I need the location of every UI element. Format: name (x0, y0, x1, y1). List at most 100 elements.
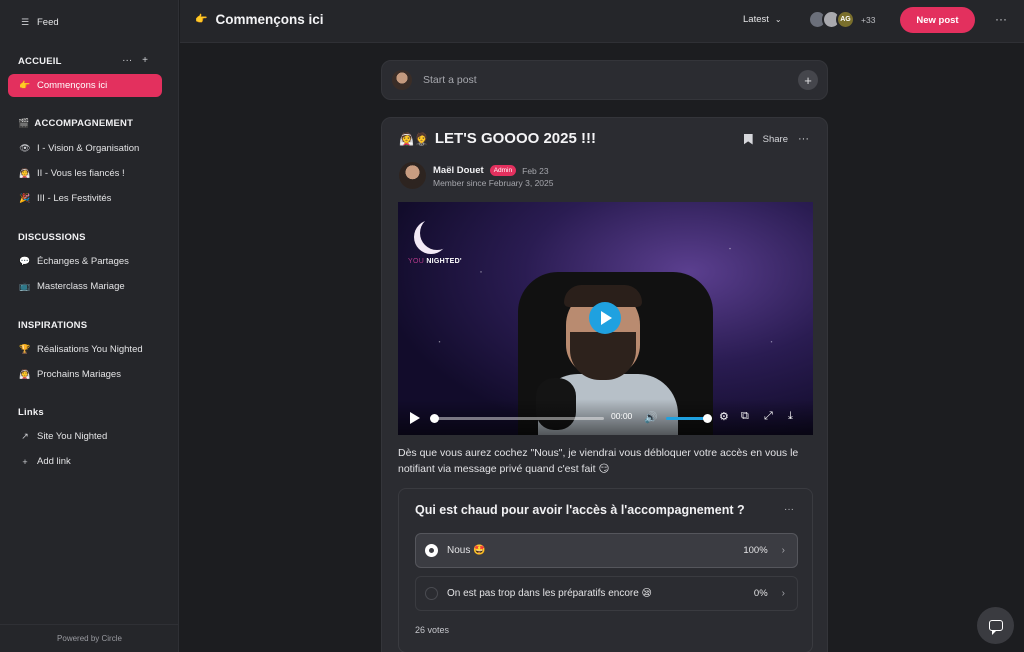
sidebar-item-commencons-ici[interactable]: 👉 Commençons ici (8, 74, 162, 97)
chat-icon (988, 620, 1003, 635)
section-title-discussions: DISCUSSIONS (18, 232, 86, 243)
progress-knob[interactable] (430, 414, 439, 423)
chevron-down-icon: ⌄ (774, 15, 782, 24)
external-link-icon: ↗ (21, 431, 29, 441)
poll-more-icon[interactable]: ··· (784, 504, 794, 515)
volume-bar[interactable] (666, 417, 708, 420)
sidebar-item-label: Réalisations You Nighted (37, 344, 143, 355)
composer-placeholder[interactable]: Start a post (423, 74, 477, 86)
sidebar-item-label: Commençons ici (37, 80, 108, 91)
post-title[interactable]: 👰🤵 LET'S GOOOO 2025 !!! (399, 130, 596, 147)
sidebar-item-vision[interactable]: 👁 I - Vision & Organisation (8, 137, 162, 160)
chevron-right-icon: › (781, 588, 785, 599)
bookmark-icon[interactable] (743, 133, 753, 145)
clapper-icon: 🎬 (18, 118, 30, 128)
author-name[interactable]: Maël Douet (433, 165, 484, 176)
sidebar-item-echanges[interactable]: 💬 Échanges & Partages (8, 250, 162, 273)
poll-option-label: On est pas trop dans les préparatifs enc… (447, 588, 652, 599)
feed-icon: ☰ (20, 17, 30, 27)
author-avatar[interactable] (399, 162, 426, 189)
poll-option-percent: 100% (743, 545, 768, 556)
poll-option-label: Nous 🤩 (447, 545, 486, 556)
video-controls: 00:00 🔊 ⚙ ⧉ ⤢ ⤓ (398, 399, 813, 435)
bride-groom-icon: 👰🤵 (399, 131, 429, 146)
admin-badge: Admin (489, 165, 517, 176)
radio-selected[interactable] (425, 544, 438, 557)
you-nighted-logo: YOU NIGHTED' (406, 216, 476, 274)
progress-bar[interactable] (432, 417, 604, 420)
volume-icon[interactable]: 🔊 (644, 411, 658, 424)
chevron-right-icon: › (781, 545, 785, 556)
plus-icon: + (22, 456, 28, 467)
sidebar-item-add-link[interactable]: + Add link (8, 450, 162, 473)
section-title-links: Links (18, 407, 44, 418)
chat-button[interactable] (977, 607, 1014, 644)
add-post-button[interactable]: + (798, 70, 818, 90)
sidebar-item-label: I - Vision & Organisation (37, 143, 140, 154)
video-player[interactable]: YOU NIGHTED' 00:00 🔊 ⚙ ⧉ ⤢ ⤓ (398, 202, 813, 435)
fullscreen-icon[interactable]: ⤢ (764, 410, 773, 423)
new-post-button[interactable]: New post (900, 7, 975, 33)
post-date: Feb 23 (522, 165, 549, 176)
poll: Qui est chaud pour avoir l'accès à l'acc… (398, 488, 813, 652)
more-options-icon[interactable]: ··· (798, 133, 809, 145)
time-display: 00:00 (611, 411, 633, 421)
share-button[interactable]: Share (763, 134, 788, 145)
moon-icon (420, 216, 454, 250)
page-title: 👉 Commençons ici (195, 12, 324, 27)
tv-icon: 📺 (19, 281, 31, 291)
more-icon[interactable]: ··· (122, 55, 132, 66)
poll-question: Qui est chaud pour avoir l'accès à l'acc… (415, 503, 745, 517)
post-actions: Share ··· (743, 133, 809, 145)
sidebar-item-festivites[interactable]: 🎉 III - Les Festivités (8, 187, 162, 210)
sidebar-item-masterclass[interactable]: 📺 Masterclass Mariage (8, 275, 162, 298)
play-button[interactable] (589, 302, 621, 334)
sidebar-item-label: II - Vous les fiancés ! (37, 168, 125, 179)
poll-option-percent: 0% (753, 588, 768, 599)
eye-icon: 👁 (19, 143, 31, 153)
volume-knob[interactable] (703, 414, 712, 423)
pointing-hand-icon: 👉 (19, 80, 31, 90)
party-icon: 🎉 (19, 193, 31, 203)
sidebar-item-label: Échanges & Partages (37, 256, 129, 267)
download-icon[interactable]: ⤓ (788, 410, 793, 423)
avatar (392, 70, 412, 90)
pointing-hand-icon: 👉 (195, 14, 208, 25)
sidebar-item-site[interactable]: ↗ Site You Nighted (8, 425, 162, 448)
more-options-icon[interactable]: ··· (995, 12, 1007, 26)
sidebar-item-label: Masterclass Mariage (37, 281, 125, 292)
sidebar-item-fiances[interactable]: 👰 II - Vous les fiancés ! (8, 162, 162, 185)
section-actions: ··· + (122, 55, 148, 66)
play-icon[interactable] (410, 412, 420, 424)
author-line: Maël Douet Admin Feb 23 (433, 165, 549, 176)
post-card: 👰🤵 LET'S GOOOO 2025 !!! Share ··· Maël D… (381, 117, 828, 652)
sidebar-item-label: III - Les Festivités (37, 193, 112, 204)
powered-by[interactable]: Powered by Circle (0, 624, 179, 652)
sidebar-item-realisations[interactable]: 🏆 Réalisations You Nighted (8, 338, 162, 361)
settings-gear-icon[interactable]: ⚙ (719, 410, 729, 423)
sidebar-item-prochains-mariages[interactable]: 👰 Prochains Mariages (8, 363, 162, 386)
sidebar-item-label: Feed (37, 17, 59, 28)
poll-option-nous[interactable]: Nous 🤩 100% › (415, 533, 798, 568)
poll-option-pas-prets[interactable]: On est pas trop dans les préparatifs enc… (415, 576, 798, 611)
add-icon[interactable]: + (142, 55, 148, 66)
section-title-accueil: ACCUEIL (18, 56, 62, 67)
post-body: Dès que vous aurez cochez "Nous", je vie… (398, 447, 799, 475)
section-title-accompagnement: 🎬 ACCOMPAGNEMENT (18, 118, 134, 129)
sort-dropdown[interactable]: Latest ⌄ (743, 14, 782, 25)
sidebar-item-label: Site You Nighted (37, 431, 108, 442)
member-avatars[interactable]: AG +33 (808, 10, 875, 29)
radio-unselected[interactable] (425, 587, 438, 600)
poll-votes: 26 votes (415, 625, 450, 635)
bride-icon: 👰 (19, 168, 31, 178)
member-since: Member since February 3, 2025 (433, 178, 554, 188)
top-bar: 👉 Commençons ici Latest ⌄ AG +33 New pos… (180, 0, 1024, 43)
post-composer[interactable]: Start a post + (381, 60, 828, 100)
sidebar-item-label: Prochains Mariages (37, 369, 121, 380)
popout-icon[interactable]: ⧉ (741, 410, 749, 423)
bride-icon: 👰 (19, 369, 31, 379)
sidebar: ☰ Feed ACCUEIL ··· + 👉 Commençons ici 🎬 … (0, 0, 179, 652)
sidebar-item-feed[interactable]: ☰ Feed (8, 11, 162, 34)
section-title-inspirations: INSPIRATIONS (18, 320, 88, 331)
sidebar-item-label: Add link (37, 456, 71, 467)
